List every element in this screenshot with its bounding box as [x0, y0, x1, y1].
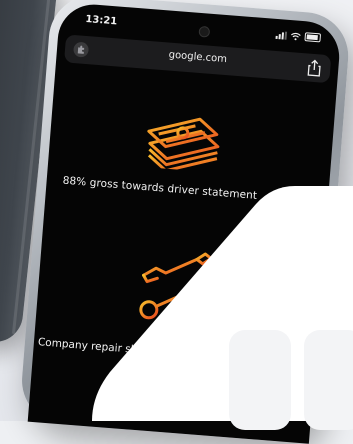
battery-icon — [304, 32, 322, 43]
feature-driver-statement: 88% gross towards driver statement — [62, 174, 258, 202]
feature-company-repair: Company repair sh — [37, 336, 138, 356]
phone: 13:21 google.com 88% gross towards drive… — [18, 0, 352, 444]
cash-stack-icon — [147, 117, 220, 173]
placeholder-card — [229, 330, 291, 430]
camera-icon — [198, 25, 211, 38]
status-icons — [275, 30, 322, 43]
placeholder-card — [304, 330, 353, 430]
share-icon[interactable] — [306, 58, 323, 77]
phone-screen: 13:21 google.com 88% gross towards drive… — [27, 1, 342, 444]
signal-icon — [275, 30, 288, 40]
status-time: 13:21 — [85, 13, 118, 28]
tools-icon — [139, 252, 217, 320]
wifi-icon — [291, 32, 301, 40]
